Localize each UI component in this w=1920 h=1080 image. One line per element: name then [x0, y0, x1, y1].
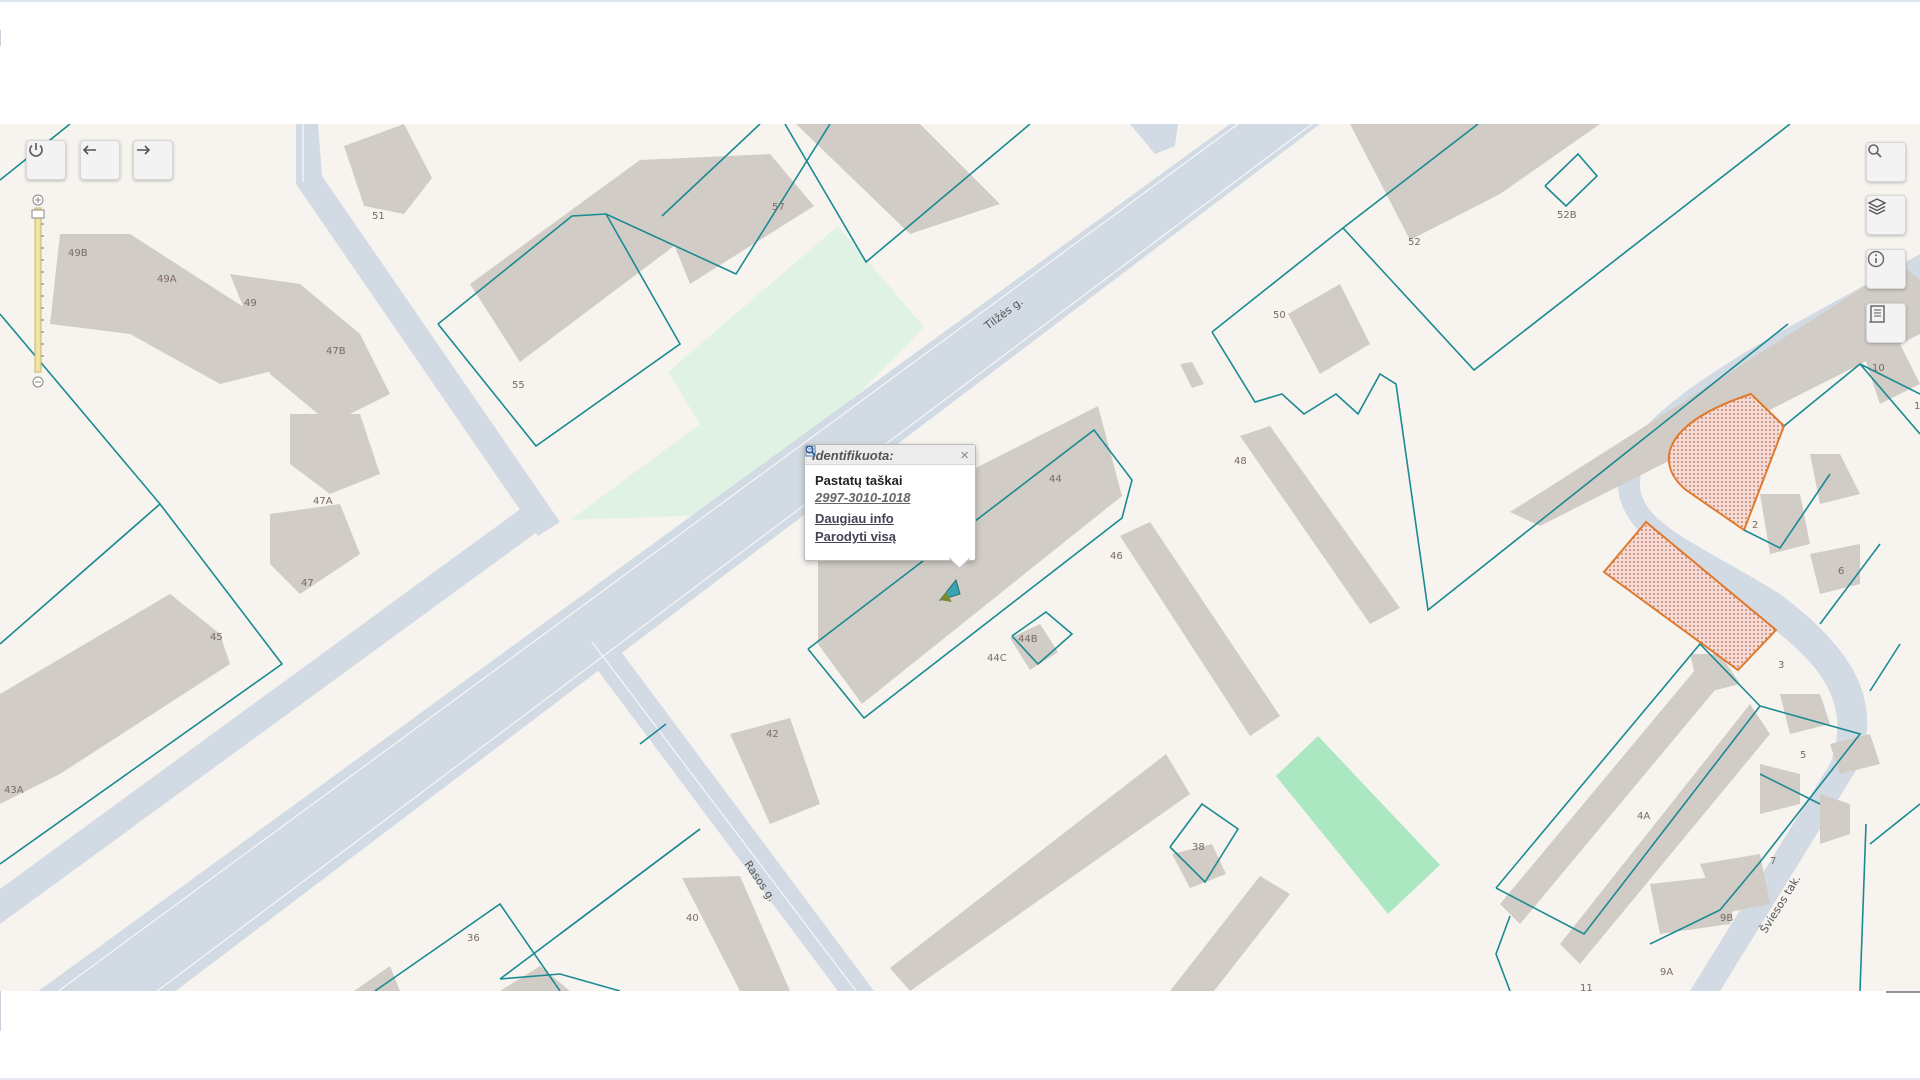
arrow-left-icon	[82, 145, 96, 155]
magnifier-icon	[805, 445, 816, 457]
addr-42: 42	[766, 729, 779, 740]
bottom-blank-area	[0, 991, 1920, 1080]
addr-50: 50	[1273, 310, 1286, 321]
search-icon	[1868, 144, 1882, 158]
addr-46: 46	[1110, 551, 1123, 562]
popup-building-id-link[interactable]: 2997-3010-1018	[815, 490, 965, 505]
search-tool-button[interactable]	[1866, 142, 1906, 182]
back-button[interactable]	[80, 140, 120, 180]
window-edge-mark	[0, 30, 1, 46]
addr-45: 45	[210, 632, 223, 643]
info-icon	[1867, 250, 1885, 268]
map-canvas[interactable]: 51 57 55 49B 49A 49 47B 47A 47 45 43A 44…	[0, 124, 1920, 991]
identify-popup: Identifikuota: × Pastatų taškai 2997-301…	[804, 444, 976, 570]
addr-47: 47	[301, 578, 314, 589]
addr-44c: 44C	[987, 653, 1007, 664]
addr-49b: 49B	[68, 248, 88, 259]
addr-52b: 52B	[1557, 210, 1577, 221]
addr-1: 1	[1914, 401, 1920, 412]
layers-icon	[1867, 198, 1887, 215]
addr-11: 11	[1580, 983, 1593, 991]
addr-40: 40	[686, 913, 699, 924]
power-button[interactable]	[26, 140, 66, 180]
green-area	[1276, 736, 1440, 914]
info-tool-button[interactable]	[1866, 249, 1906, 289]
addr-51: 51	[372, 211, 385, 222]
popup-close-button[interactable]: ×	[960, 447, 969, 464]
addr-44: 44	[1049, 474, 1062, 485]
legend-tool-button[interactable]	[1866, 303, 1906, 343]
addr-44b: 44B	[1018, 634, 1038, 645]
forward-button[interactable]	[133, 140, 173, 180]
scale-bar-fragment	[1886, 991, 1920, 993]
show-all-label: Parodyti visą	[815, 529, 896, 544]
addr-52: 52	[1408, 237, 1421, 248]
top-blank-area	[0, 0, 1920, 124]
addr-9b: 9B	[1720, 913, 1733, 924]
addr-47b: 47B	[326, 346, 346, 357]
addr-36: 36	[467, 933, 480, 944]
addr-3: 3	[1778, 660, 1784, 671]
more-info-link[interactable]: Daugiau info	[805, 445, 965, 526]
addr-10: 10	[1872, 363, 1885, 374]
addr-7: 7	[1770, 856, 1776, 867]
addr-43a: 43A	[4, 785, 24, 796]
show-all-link[interactable]: Parodyti visą	[805, 445, 965, 544]
power-icon	[29, 143, 43, 157]
addr-55: 55	[512, 380, 525, 391]
addr-49: 49	[244, 298, 257, 309]
zoom-handle	[31, 209, 45, 219]
document-list-icon	[1869, 305, 1885, 323]
addr-2: 2	[1752, 520, 1758, 531]
addr-57: 57	[772, 202, 785, 213]
addr-47a: 47A	[313, 496, 333, 507]
addr-6: 6	[1838, 566, 1844, 577]
window-edge-mark-bottom	[0, 991, 1, 1031]
more-info-label: Daugiau info	[815, 511, 894, 526]
road-side-top	[1130, 124, 1178, 154]
layers-tool-button[interactable]	[1866, 195, 1906, 235]
popup-title: Pastatų taškai	[815, 473, 903, 488]
arrow-right-icon	[137, 145, 151, 155]
popup-header: Identifikuota:	[805, 445, 975, 465]
zoom-slider[interactable]	[31, 194, 45, 390]
addr-9a: 9A	[1660, 967, 1673, 978]
addr-48: 48	[1234, 456, 1247, 467]
addr-38: 38	[1192, 842, 1205, 853]
addr-4a: 4A	[1637, 811, 1650, 822]
addr-49a: 49A	[157, 274, 177, 285]
addr-5: 5	[1800, 750, 1806, 761]
